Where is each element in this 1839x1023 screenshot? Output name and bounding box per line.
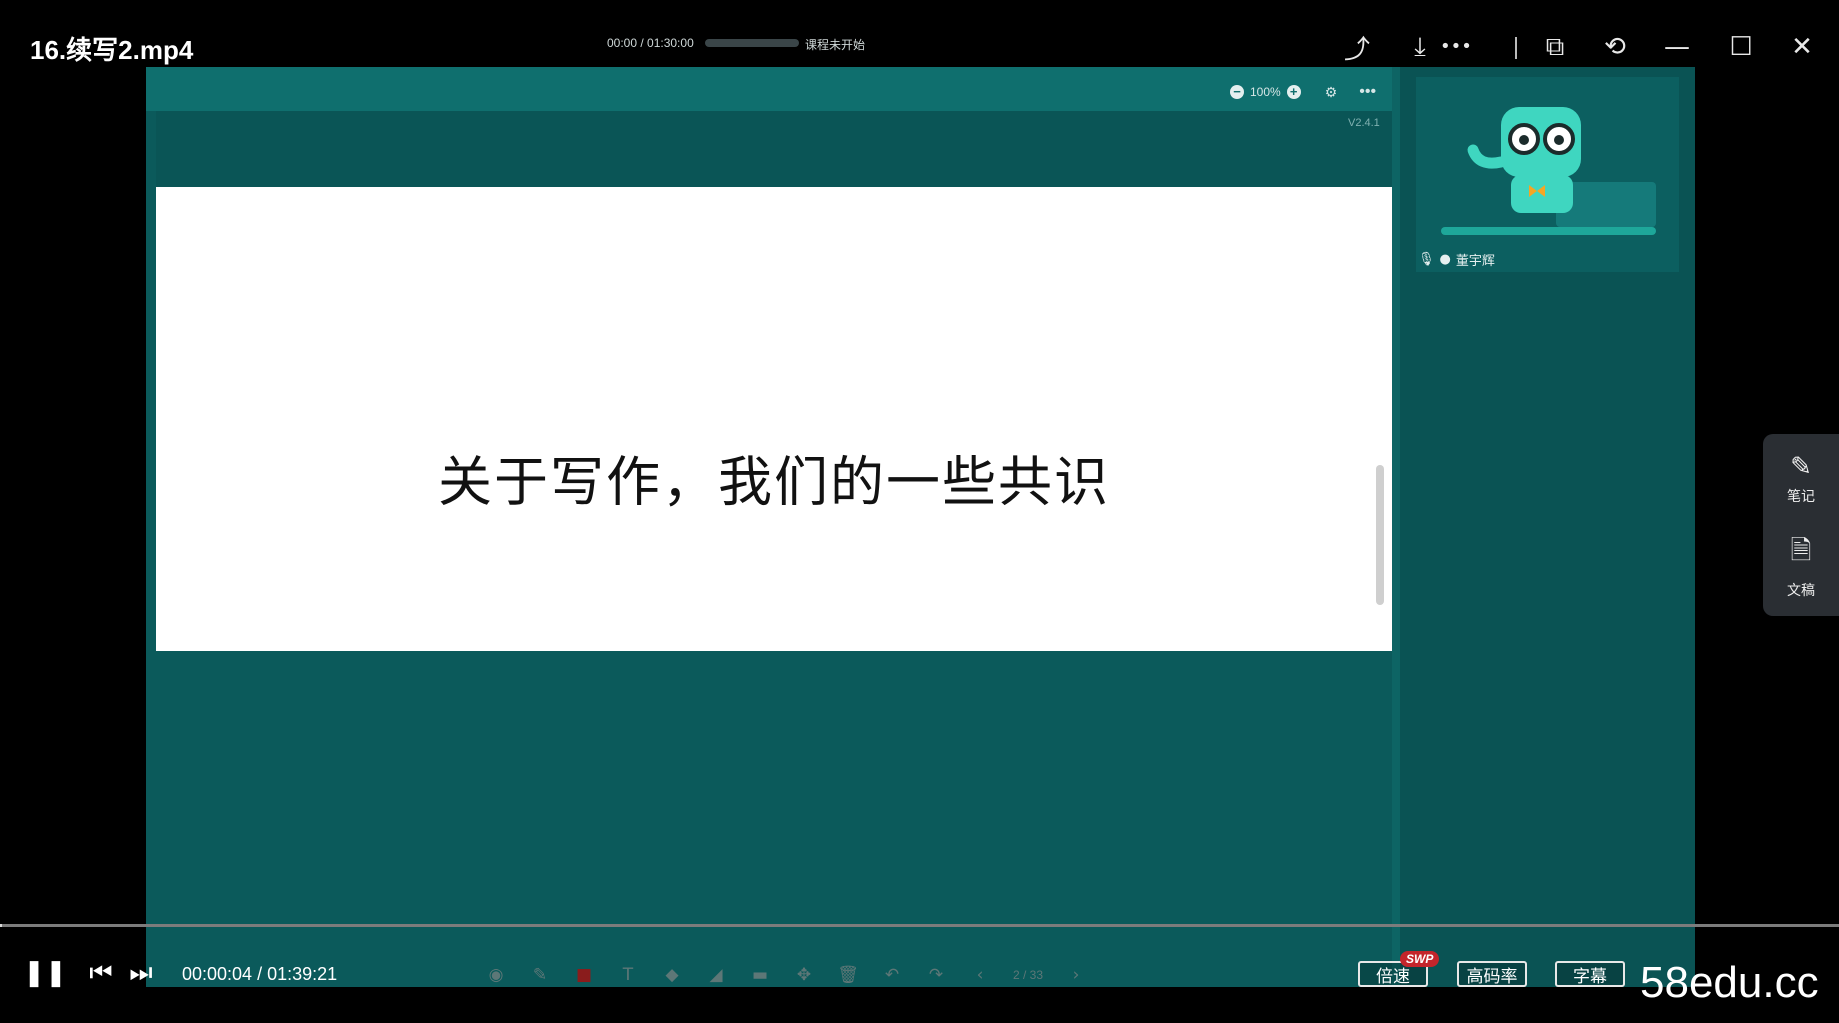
- video-title: 16.续写2.mp4: [30, 35, 194, 65]
- app-topbar: [146, 67, 1395, 111]
- app-divider: [1392, 67, 1400, 987]
- app-more-icon: •••: [1359, 83, 1377, 100]
- close-icon[interactable]: ✕: [1785, 30, 1819, 64]
- transcript-button[interactable]: 🗎 文稿: [1763, 532, 1839, 600]
- subtitle-button[interactable]: 字幕: [1555, 961, 1625, 987]
- more-icon[interactable]: •••: [1440, 36, 1472, 57]
- progress-bar[interactable]: [0, 924, 1839, 927]
- slide-scrollbar: [1376, 465, 1384, 605]
- transcript-icon: 🗎: [1790, 536, 1812, 566]
- zoom-out-icon: −: [1230, 85, 1244, 99]
- playback-time: 00:00:04 / 01:39:21: [182, 964, 338, 984]
- text-icon: T: [622, 965, 634, 985]
- move-icon: ✥: [796, 965, 812, 985]
- floating-side-panel: ✎ 笔记 🗎 文稿: [1763, 434, 1839, 616]
- redo-icon: ↷: [928, 965, 944, 985]
- picture-in-picture-icon[interactable]: ⧉: [1538, 30, 1572, 64]
- next-button[interactable]: ⏭: [126, 958, 156, 989]
- slide-header-area: [156, 111, 1392, 187]
- pause-button[interactable]: ❚❚: [23, 958, 67, 988]
- zoom-in-icon: +: [1286, 85, 1301, 99]
- trash-icon: 🗑: [837, 965, 859, 985]
- app-version: V2.4.1: [1348, 117, 1380, 129]
- page-next-icon: ›: [1072, 965, 1080, 985]
- progress-fill: [0, 924, 2, 927]
- divider: [1515, 37, 1517, 59]
- teacher-video-tile: [1416, 77, 1679, 272]
- fill-icon: ▬: [751, 965, 769, 985]
- color-swatch-icon: ■: [575, 965, 593, 985]
- app-annotation-toolbar: ◉ ✎ ■ T ◆ ◢ ▬ ✥ 🗑 ↶ ↷ ‹ 2 / 33 ›: [485, 965, 1087, 985]
- app-lesson-progress: [705, 39, 799, 47]
- eraser-icon: ◢: [709, 965, 723, 985]
- teacher-name: 董宇辉: [1455, 254, 1495, 269]
- zoom-controls: − 100% + ⚙ •••: [1230, 83, 1376, 101]
- record-icon: ◉: [488, 965, 504, 985]
- undo-icon: ↶: [884, 965, 900, 985]
- previous-button[interactable]: ⏮: [86, 958, 116, 989]
- mic-icon: 🎙: [1418, 252, 1435, 267]
- notes-label: 笔记: [1787, 489, 1815, 505]
- share-icon[interactable]: ⤴: [1340, 30, 1374, 65]
- minimize-icon[interactable]: —: [1660, 30, 1694, 64]
- shape-icon: ◆: [665, 965, 679, 985]
- mascot-avatar: [1441, 107, 1656, 235]
- transcript-label: 文稿: [1787, 583, 1815, 599]
- slide: 关于写作，我们的一些共识: [156, 187, 1392, 651]
- swp-badge: SWP: [1400, 951, 1440, 967]
- pen-icon: ✎: [532, 965, 548, 985]
- app-lesson-status: 课程未开始: [805, 38, 866, 52]
- notes-button[interactable]: ✎ 笔记: [1763, 452, 1839, 506]
- bitrate-button[interactable]: 高码率: [1457, 961, 1527, 987]
- zoom-level: 100%: [1250, 85, 1281, 99]
- page-indicator: 2 / 33: [1013, 968, 1044, 982]
- watermark: 58edu.cc: [1640, 958, 1819, 1007]
- app-lesson-time: 00:00 / 01:30:00: [607, 36, 694, 50]
- teacher-label: 🎙 ● 董宇辉: [1418, 250, 1495, 269]
- settings-icon: ⚙: [1324, 83, 1338, 100]
- rotate-icon[interactable]: ⟲: [1598, 30, 1632, 64]
- maximize-icon[interactable]: ☐: [1724, 30, 1758, 64]
- camera-icon: ●: [1439, 252, 1451, 267]
- page-prev-icon: ‹: [976, 965, 984, 985]
- download-icon[interactable]: ⤓: [1403, 30, 1437, 64]
- slide-title: 关于写作，我们的一些共识: [438, 450, 1110, 514]
- notes-icon: ✎: [1790, 452, 1812, 482]
